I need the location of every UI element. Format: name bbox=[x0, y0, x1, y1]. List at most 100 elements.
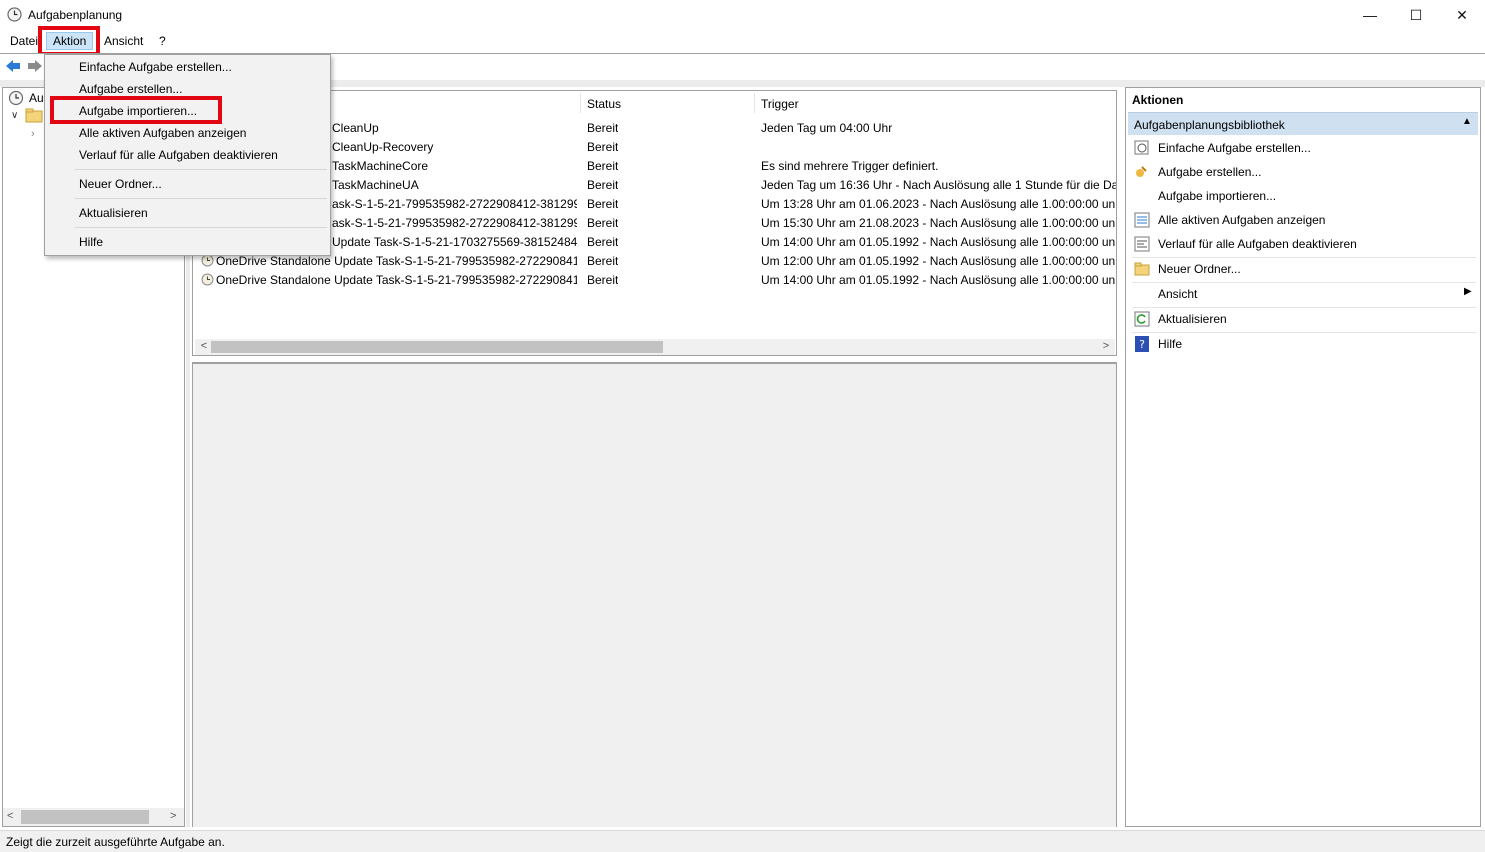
table-row[interactable]: ask-S-1-5-21-799535982-2722908412-381299… bbox=[193, 213, 1116, 232]
clock-icon bbox=[8, 90, 24, 106]
task-name: OneDrive Standalone Update Task-S-1-5-21… bbox=[216, 254, 577, 268]
scroll-right-icon[interactable]: > bbox=[1099, 340, 1113, 354]
task-name: TaskMachineCore bbox=[332, 159, 429, 173]
action-help[interactable]: Hilfe bbox=[1158, 337, 1182, 351]
task-status: Bereit bbox=[587, 273, 619, 287]
actions-pane: Aktionen Aufgabenplanungsbibliothek ▲ Ei… bbox=[1125, 87, 1481, 827]
task-trigger: Um 14:00 Uhr am 01.05.1992 - Nach Auslös… bbox=[761, 235, 1116, 249]
task-trigger: Um 15:30 Uhr am 21.08.2023 - Nach Auslös… bbox=[761, 216, 1116, 230]
task-trigger: Um 14:00 Uhr am 01.05.1992 - Nach Auslös… bbox=[761, 273, 1116, 287]
menu-item-help[interactable]: Hilfe bbox=[79, 235, 103, 249]
maximize-button[interactable]: ☐ bbox=[1393, 0, 1439, 30]
menu-item-disable-history[interactable]: Verlauf für alle Aufgaben deaktivieren bbox=[79, 148, 278, 162]
table-row[interactable]: TaskMachineUA Bereit Jeden Tag um 16:36 … bbox=[193, 175, 1116, 194]
task-status: Bereit bbox=[587, 254, 619, 268]
highlight-box-import-task bbox=[50, 96, 222, 124]
close-button[interactable]: ✕ bbox=[1439, 0, 1485, 30]
action-refresh[interactable]: Aktualisieren bbox=[1158, 312, 1227, 326]
menu-item-new-folder[interactable]: Neuer Ordner... bbox=[79, 177, 162, 191]
menu-item-create-basic-task[interactable]: Einfache Aufgabe erstellen... bbox=[79, 60, 232, 74]
task-name: TaskMachineUA bbox=[332, 178, 419, 192]
actions-section-header[interactable]: Aufgabenplanungsbibliothek ▲ bbox=[1128, 112, 1478, 135]
refresh-icon bbox=[1134, 311, 1150, 327]
task-name: OneDrive Standalone Update Task-S-1-5-21… bbox=[216, 273, 577, 287]
chevron-down-icon[interactable]: ∨ bbox=[11, 110, 18, 121]
task-trigger: Es sind mehrere Trigger definiert. bbox=[761, 159, 939, 173]
action-show-running-tasks[interactable]: Alle aktiven Aufgaben anzeigen bbox=[1158, 213, 1325, 227]
task-status: Bereit bbox=[587, 197, 619, 211]
menu-datei[interactable]: Datei bbox=[8, 33, 40, 49]
highlight-box-aktion bbox=[38, 26, 100, 56]
submenu-arrow-icon[interactable]: ▶ bbox=[1464, 286, 1472, 297]
history-icon bbox=[1134, 236, 1150, 252]
column-header-trigger[interactable]: Trigger bbox=[761, 97, 799, 111]
forward-arrow-icon[interactable] bbox=[26, 58, 44, 74]
task-list-horizontal-scrollbar[interactable]: < > bbox=[195, 339, 1115, 355]
actions-header: Aktionen bbox=[1132, 93, 1184, 107]
menu-item-show-running-tasks[interactable]: Alle aktiven Aufgaben anzeigen bbox=[79, 126, 246, 140]
scroll-right-icon[interactable]: > bbox=[170, 810, 176, 822]
title-bar: Aufgabenplanung — ☐ ✕ bbox=[0, 0, 1485, 30]
clock-icon bbox=[7, 7, 22, 22]
action-create-task[interactable]: Aufgabe erstellen... bbox=[1158, 165, 1261, 179]
back-arrow-icon[interactable] bbox=[4, 58, 22, 74]
divider bbox=[75, 198, 327, 199]
column-divider[interactable] bbox=[754, 93, 755, 113]
task-name: ask-S-1-5-21-799535982-2722908412-381299… bbox=[332, 216, 577, 230]
task-name: ask-S-1-5-21-799535982-2722908412-381299… bbox=[332, 197, 577, 211]
table-row[interactable]: CleanUp-Recovery Bereit bbox=[193, 137, 1116, 156]
svg-text:?: ? bbox=[1139, 338, 1145, 351]
menu-item-create-task[interactable]: Aufgabe erstellen... bbox=[79, 82, 182, 96]
column-header-status[interactable]: Status bbox=[587, 97, 621, 111]
action-import-task[interactable]: Aufgabe importieren... bbox=[1158, 189, 1276, 203]
table-row[interactable]: ask-S-1-5-21-799535982-2722908412-381299… bbox=[193, 194, 1116, 213]
task-detail-pane bbox=[192, 362, 1117, 827]
divider bbox=[1132, 257, 1476, 258]
status-text: Zeigt die zurzeit ausgeführte Aufgabe an… bbox=[6, 835, 225, 849]
folder-icon[interactable] bbox=[25, 108, 43, 124]
list-icon bbox=[1134, 212, 1150, 228]
menu-item-refresh[interactable]: Aktualisieren bbox=[79, 206, 148, 220]
action-disable-history[interactable]: Verlauf für alle Aufgaben deaktivieren bbox=[1158, 237, 1357, 251]
menu-help[interactable]: ? bbox=[157, 33, 168, 49]
task-trigger: Um 12:00 Uhr am 01.05.1992 - Nach Auslös… bbox=[761, 254, 1116, 268]
task-trigger: Jeden Tag um 04:00 Uhr bbox=[761, 121, 893, 135]
task-name: CleanUp bbox=[332, 121, 379, 135]
task-status: Bereit bbox=[587, 216, 619, 230]
status-bar: Zeigt die zurzeit ausgeführte Aufgabe an… bbox=[0, 830, 1485, 852]
task-status: Bereit bbox=[587, 121, 619, 135]
wizard-task-icon bbox=[1134, 140, 1149, 155]
chevron-right-icon[interactable]: › bbox=[31, 128, 35, 140]
tree-horizontal-scrollbar[interactable]: < > bbox=[3, 808, 184, 826]
table-row[interactable]: CleanUp Bereit Jeden Tag um 04:00 Uhr bbox=[193, 118, 1116, 137]
help-icon: ? bbox=[1135, 336, 1149, 352]
collapse-icon[interactable]: ▲ bbox=[1462, 116, 1472, 127]
tree-root-label[interactable]: Au bbox=[29, 91, 44, 105]
column-divider[interactable] bbox=[580, 93, 581, 113]
scrollbar-thumb[interactable] bbox=[211, 341, 663, 353]
actions-section-title: Aufgabenplanungsbibliothek bbox=[1134, 118, 1285, 132]
table-row[interactable]: OneDrive Standalone Update Task-S-1-5-21… bbox=[193, 251, 1116, 270]
divider bbox=[75, 169, 327, 170]
new-folder-icon bbox=[1134, 262, 1150, 276]
scrollbar-thumb[interactable] bbox=[21, 810, 149, 824]
menu-ansicht[interactable]: Ansicht bbox=[102, 33, 145, 49]
table-row[interactable]: Update Task-S-1-5-21-1703275569-38152484… bbox=[193, 232, 1116, 251]
action-view[interactable]: Ansicht bbox=[1158, 287, 1197, 301]
action-create-basic-task[interactable]: Einfache Aufgabe erstellen... bbox=[1158, 141, 1311, 155]
window-title: Aufgabenplanung bbox=[28, 8, 123, 22]
action-new-folder[interactable]: Neuer Ordner... bbox=[1158, 262, 1241, 276]
scroll-left-icon[interactable]: < bbox=[7, 810, 13, 822]
minimize-button[interactable]: — bbox=[1347, 0, 1393, 30]
table-row[interactable]: OneDrive Standalone Update Task-S-1-5-21… bbox=[193, 270, 1116, 289]
scroll-left-icon[interactable]: < bbox=[197, 340, 211, 354]
task-status: Bereit bbox=[587, 159, 619, 173]
task-status: Bereit bbox=[587, 140, 619, 154]
task-trigger: Jeden Tag um 16:36 Uhr - Nach Auslösung … bbox=[761, 178, 1116, 192]
task-name: Update Task-S-1-5-21-1703275569-38152484… bbox=[332, 235, 577, 249]
table-row[interactable]: TaskMachineCore Bereit Es sind mehrere T… bbox=[193, 156, 1116, 175]
divider bbox=[1132, 282, 1476, 283]
divider bbox=[1132, 332, 1476, 333]
task-clock-icon bbox=[201, 273, 214, 286]
task-name: CleanUp-Recovery bbox=[332, 140, 434, 154]
